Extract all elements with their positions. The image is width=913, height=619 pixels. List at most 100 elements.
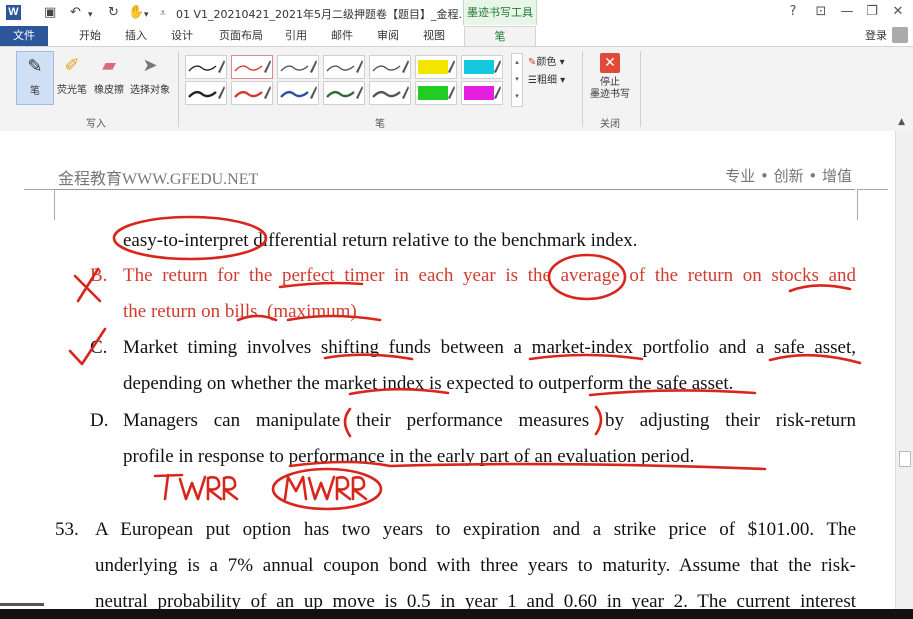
header-rule [55, 189, 855, 190]
pen-swatch[interactable] [185, 55, 227, 79]
crop-mark-left [24, 189, 55, 220]
stop-icon: ✕ [600, 53, 620, 73]
write-group-label: 写入 [86, 119, 106, 130]
stop-inking-button[interactable]: ✕ 停止 墨迹书写 [588, 53, 632, 101]
undo-icon[interactable]: ↶ [70, 5, 81, 21]
select-objects-button[interactable]: ➤ 选择对象 [128, 51, 172, 96]
stop-label-2: 墨迹书写 [590, 89, 630, 100]
eraser-tool-label: 橡皮擦 [94, 85, 124, 96]
pen-swatch[interactable] [461, 55, 503, 79]
pen-swatch[interactable] [231, 81, 273, 105]
text-line: Managers can manipulate their performanc… [123, 410, 856, 431]
save-icon[interactable]: ▣ [44, 5, 56, 21]
text-line: neutral probability of an up move is 0.5… [95, 591, 856, 609]
pen-swatch[interactable] [323, 81, 365, 105]
option-letter: C. [90, 337, 108, 358]
highlighter-tool-button[interactable]: ✐ 荧光笔 [54, 51, 90, 96]
select-objects-label: 选择对象 [130, 85, 170, 96]
redo-icon[interactable]: ↻ [108, 5, 119, 21]
pen-swatch[interactable] [231, 55, 273, 79]
stop-label-1: 停止 [600, 77, 620, 88]
pen-tool-button[interactable]: ✎ 笔 [16, 51, 54, 105]
scrollbar-thumb[interactable] [899, 451, 911, 467]
pen-tool-label: 笔 [30, 86, 40, 97]
ink-letter-r4 [351, 476, 368, 501]
ribbon-tab-bar: 文件 开始 插入 设计 页面布局 引用 邮件 审阅 视图 笔 登录 [0, 26, 913, 47]
status-bar [0, 609, 913, 619]
group-divider [178, 51, 179, 127]
ink-circle-mwrr [271, 467, 383, 511]
ink-letter-r1 [206, 476, 223, 501]
pen-swatch[interactable] [277, 55, 319, 79]
option-letter: D. [90, 410, 109, 431]
document-title: 01 V1_20210421_2021年5月二级押题卷【题目】_金程... [176, 8, 469, 21]
close-button[interactable]: ✕ [888, 4, 908, 19]
tab-mailings[interactable]: 邮件 [324, 26, 360, 46]
help-button[interactable]: ? [783, 4, 803, 19]
color-label: 颜色 [536, 57, 557, 68]
ink-letter-r3 [335, 476, 352, 501]
sign-in-link[interactable]: 登录 [865, 26, 887, 46]
word-logo-icon: W [6, 5, 21, 20]
tab-file[interactable]: 文件 [0, 26, 48, 46]
thickness-label: 粗细 [536, 75, 557, 86]
question-number: 53. [55, 519, 79, 540]
page-header-left: 金程教育WWW.GFEDU.NET [58, 171, 259, 188]
thickness-dropdown[interactable]: ☰粗细 ▾ [528, 71, 565, 86]
pen-swatch[interactable] [185, 81, 227, 105]
pen-icon: ✎ [27, 56, 43, 77]
pen-swatch[interactable] [415, 81, 457, 105]
text-line: profile in response to performance in th… [123, 446, 695, 467]
pens-group-label: 笔 [375, 119, 385, 130]
tab-review[interactable]: 审阅 [370, 26, 406, 46]
touch-dropdown-icon[interactable]: ▾ [144, 7, 149, 23]
text-line: the return on bills. (maximum) [123, 301, 357, 322]
group-divider [640, 51, 641, 127]
group-divider [582, 51, 583, 127]
pen-swatch[interactable] [323, 55, 365, 79]
pen-swatch[interactable] [461, 81, 503, 105]
page-header-right: 专业 • 创新 • 增值 [725, 167, 852, 185]
tab-pens[interactable]: 笔 [464, 26, 536, 47]
tab-references[interactable]: 引用 [278, 26, 314, 46]
eraser-icon: ▰ [102, 55, 116, 76]
text-line: A European put option has two years to e… [95, 519, 856, 540]
title-bar: W ▣ ↶ ▾ ↻ ✋ ▾ ⩡ 01 V1_20210421_2021年5月二级… [0, 0, 913, 27]
thickness-icon: ☰ [528, 75, 537, 86]
option-letter: B. [90, 265, 108, 286]
tab-page-layout[interactable]: 页面布局 [212, 26, 270, 46]
restore-button[interactable]: ❐ [862, 4, 882, 19]
tab-home[interactable]: 开始 [72, 26, 108, 46]
contextual-tab-ink-tools: 墨迹书写工具 [463, 0, 537, 25]
pen-swatch[interactable] [277, 81, 319, 105]
pen-swatch[interactable] [369, 81, 411, 105]
ink-letter-r2 [222, 476, 239, 501]
pen-swatch[interactable] [415, 55, 457, 79]
document-page[interactable]: 金程教育WWW.GFEDU.NET 专业 • 创新 • 增值 easy-to-i… [0, 131, 895, 609]
undo-dropdown-icon[interactable]: ▾ [88, 7, 93, 23]
pen-gallery-scroll[interactable]: ▴ ▾ ▾ [511, 53, 523, 107]
text-line: underlying is a 7% annual coupon bond wi… [95, 555, 856, 576]
eraser-tool-button[interactable]: ▰ 橡皮擦 [91, 51, 127, 96]
select-cursor-icon: ➤ [142, 55, 158, 76]
ink-letter-w2 [307, 475, 336, 501]
text-line: The return for the perfect timer in each… [123, 265, 856, 286]
ink-letter-t [153, 473, 184, 501]
color-dropdown[interactable]: ✎颜色 ▾ [528, 53, 565, 68]
pen-swatch[interactable] [369, 55, 411, 79]
ribbon: ✎ 笔 ✐ 荧光笔 ▰ 橡皮擦 ➤ 选择对象 写入 ▴ ▾ ▾ ✎颜色 ▾ ☰粗细 … [0, 46, 913, 132]
ink-letter-m [283, 475, 308, 501]
tab-design[interactable]: 设计 [164, 26, 200, 46]
highlighter-tool-label: 荧光笔 [57, 85, 87, 96]
tab-view[interactable]: 视图 [416, 26, 452, 46]
status-bar-mark [0, 603, 44, 606]
highlighter-icon: ✐ [64, 55, 80, 76]
touch-mode-icon[interactable]: ✋ [128, 5, 144, 21]
customize-qat-icon[interactable]: ⩡ [160, 6, 166, 22]
vertical-scrollbar[interactable] [895, 131, 913, 609]
avatar[interactable] [892, 27, 908, 43]
collapse-ribbon-icon[interactable]: ▲ [898, 117, 905, 127]
ribbon-display-options-button[interactable]: ⊡ [811, 4, 831, 19]
minimize-button[interactable]: — [837, 4, 857, 19]
tab-insert[interactable]: 插入 [118, 26, 154, 46]
